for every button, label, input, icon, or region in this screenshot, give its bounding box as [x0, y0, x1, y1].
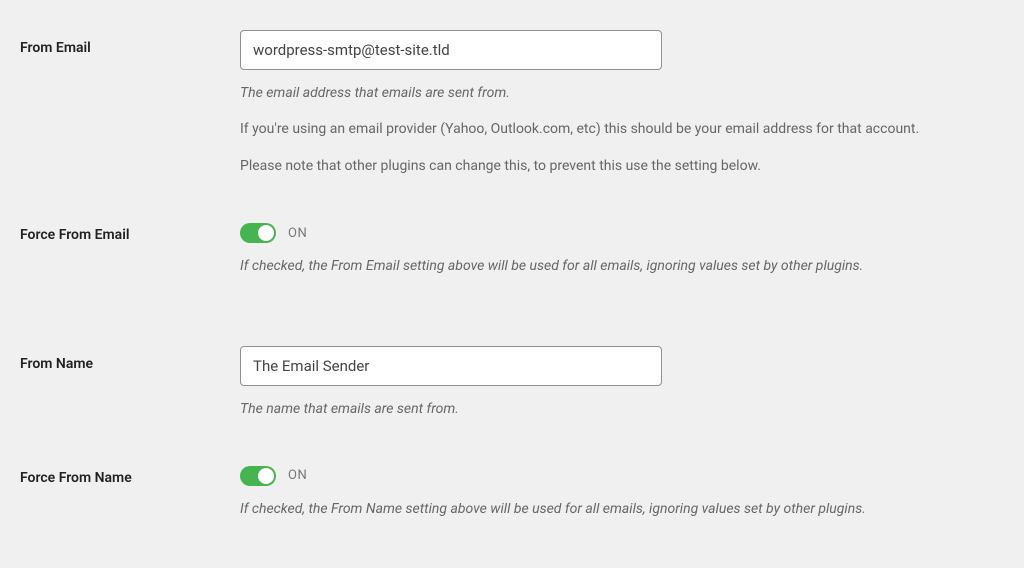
from-name-field-col: The name that emails are sent from.: [240, 346, 1004, 420]
toggle-knob-icon: [258, 468, 274, 484]
force-from-name-desc: If checked, the From Name setting above …: [240, 498, 1004, 520]
force-from-email-state: ON: [288, 226, 307, 241]
from-email-row: From Email The email address that emails…: [20, 30, 1004, 177]
force-from-name-field-col: ON If checked, the From Name setting abo…: [240, 466, 1004, 520]
from-email-field-col: The email address that emails are sent f…: [240, 30, 1004, 177]
from-name-input[interactable]: [240, 346, 662, 386]
from-name-label: From Name: [20, 356, 93, 372]
from-email-desc-2: If you're using an email provider (Yahoo…: [240, 118, 1004, 140]
force-from-email-field-col: ON If checked, the From Email setting ab…: [240, 223, 1004, 277]
force-from-email-row: Force From Email ON If checked, the From…: [20, 223, 1004, 277]
from-name-label-col: From Name: [20, 346, 240, 372]
force-from-name-state: ON: [288, 468, 307, 483]
toggle-knob-icon: [258, 225, 274, 241]
force-from-name-row: Force From Name ON If checked, the From …: [20, 466, 1004, 520]
force-from-name-toggle[interactable]: [240, 466, 276, 486]
from-email-desc-1: The email address that emails are sent f…: [240, 82, 1004, 104]
from-email-label-col: From Email: [20, 30, 240, 56]
force-from-name-label: Force From Name: [20, 470, 132, 486]
force-from-name-toggle-wrap: ON: [240, 466, 1004, 486]
from-email-input[interactable]: [240, 30, 662, 70]
force-from-email-label-col: Force From Email: [20, 223, 240, 243]
from-email-label: From Email: [20, 40, 91, 56]
from-email-desc-3: Please note that other plugins can chang…: [240, 155, 1004, 177]
from-name-desc: The name that emails are sent from.: [240, 398, 1004, 420]
force-from-email-desc: If checked, the From Email setting above…: [240, 255, 1004, 277]
from-name-row: From Name The name that emails are sent …: [20, 346, 1004, 420]
force-from-email-toggle-wrap: ON: [240, 223, 1004, 243]
settings-form: From Email The email address that emails…: [20, 30, 1004, 520]
force-from-email-label: Force From Email: [20, 227, 129, 243]
force-from-email-toggle[interactable]: [240, 223, 276, 243]
force-from-name-label-col: Force From Name: [20, 466, 240, 486]
